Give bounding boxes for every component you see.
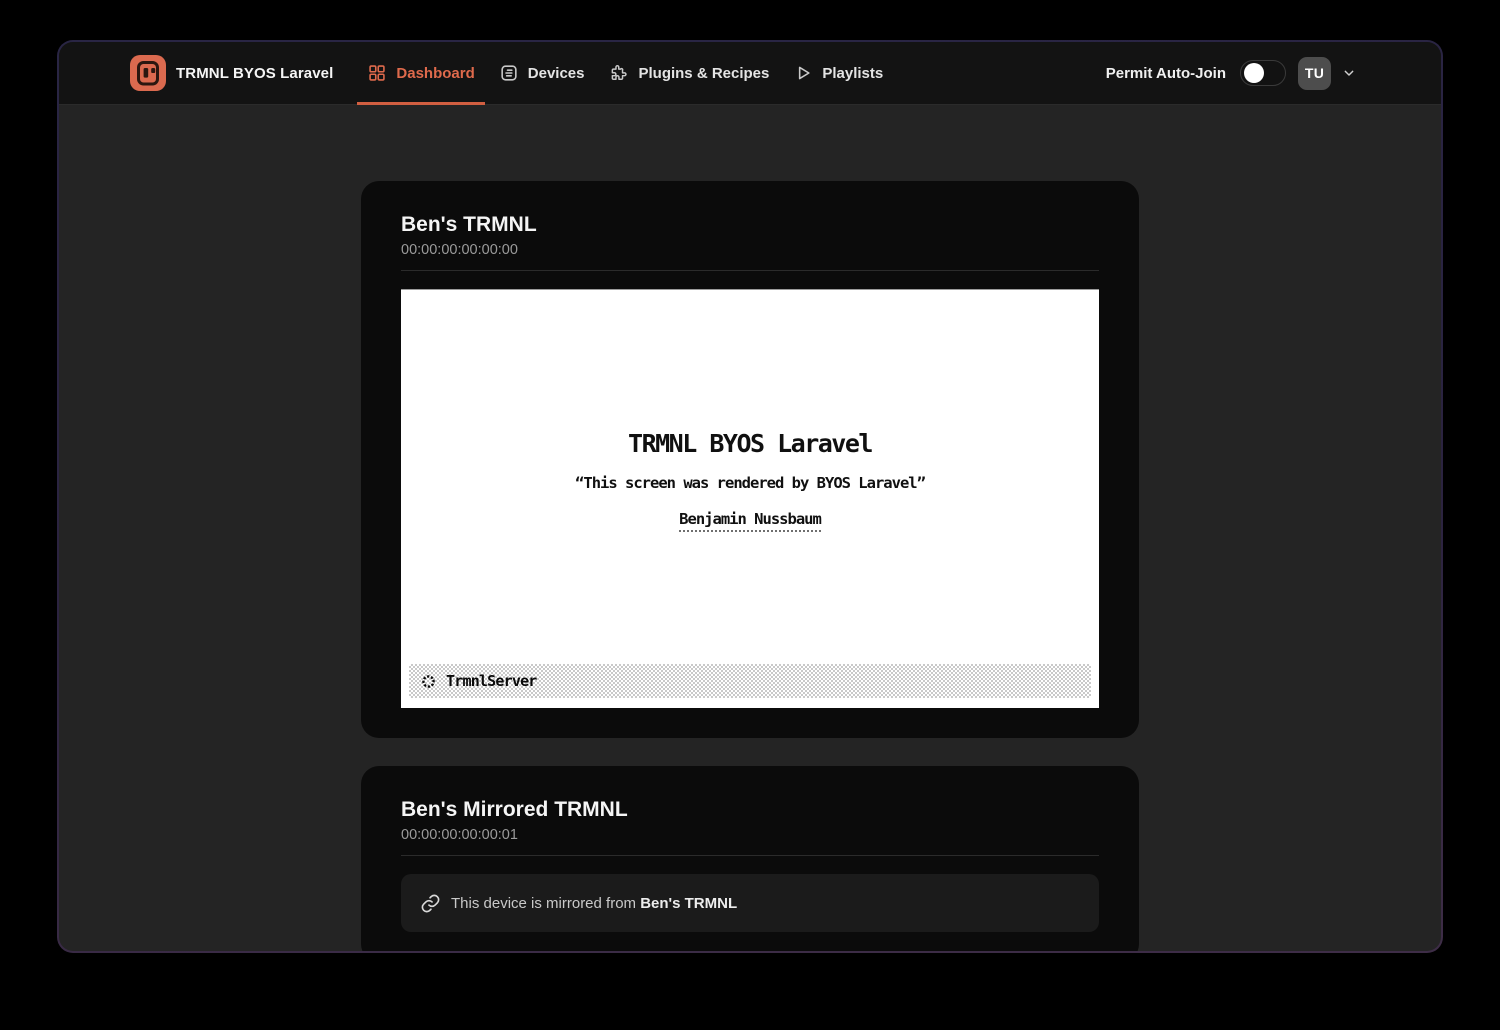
nav-label: Playlists <box>822 65 883 82</box>
toggle-knob <box>1244 63 1264 83</box>
user-avatar[interactable]: TU <box>1298 57 1331 90</box>
screen-author-link: Benjamin Nussbaum <box>679 509 821 532</box>
device-mac-address: 00:00:00:00:00:00 <box>401 240 1099 260</box>
dashboard-content: Ben's TRMNL 00:00:00:00:00:00 TRMNL BYOS… <box>59 105 1441 951</box>
brand-title: TRMNL BYOS Laravel <box>176 65 333 82</box>
play-icon <box>793 63 813 83</box>
screen-quote: “This screen was rendered by BYOS Larave… <box>401 473 1099 493</box>
device-card-bens-trmnl: Ben's TRMNL 00:00:00:00:00:00 TRMNL BYOS… <box>361 181 1139 738</box>
devices-list-icon <box>499 63 519 83</box>
app-window-frame: TRMNL BYOS Laravel Dashboard <box>57 40 1443 953</box>
app-window: TRMNL BYOS Laravel Dashboard <box>59 42 1441 951</box>
screen-status-bar: TrmnlServer <box>409 664 1091 698</box>
link-icon <box>420 893 441 914</box>
screen-status-label: TrmnlServer <box>446 672 537 690</box>
trmnl-logo <box>130 55 166 91</box>
device-name: Ben's Mirrored TRMNL <box>401 798 1099 822</box>
brand-link[interactable]: TRMNL BYOS Laravel <box>130 55 333 91</box>
mirror-notice: This device is mirrored from Ben's TRMNL <box>401 874 1099 932</box>
nav-item-playlists[interactable]: Playlists <box>783 42 893 104</box>
main-nav: Dashboard Devices <box>353 42 893 104</box>
device-screen-preview: TRMNL BYOS Laravel “This screen was rend… <box>401 289 1099 708</box>
top-navbar: TRMNL BYOS Laravel Dashboard <box>59 42 1441 105</box>
mirror-notice-prefix: This device is mirrored from <box>451 895 640 912</box>
nav-item-plugins-recipes[interactable]: Plugins & Recipes <box>598 42 779 104</box>
device-name: Ben's TRMNL <box>401 213 1099 237</box>
trmnl-device-icon <box>130 55 166 91</box>
device-mac-address: 00:00:00:00:00:01 <box>401 825 1099 845</box>
card-divider <box>401 270 1099 271</box>
mirror-notice-text: This device is mirrored from Ben's TRMNL <box>451 895 737 912</box>
nav-item-dashboard[interactable]: Dashboard <box>357 42 484 104</box>
permit-auto-join-toggle[interactable] <box>1240 60 1286 86</box>
permit-auto-join-label: Permit Auto-Join <box>1106 65 1226 82</box>
device-card-bens-mirrored-trmnl: Ben's Mirrored TRMNL 00:00:00:00:00:01 T… <box>361 766 1139 951</box>
spinner-icon <box>420 673 437 690</box>
card-divider <box>401 855 1099 856</box>
nav-label: Dashboard <box>396 65 474 82</box>
screen-title: TRMNL BYOS Laravel <box>401 429 1099 459</box>
mirror-source-device: Ben's TRMNL <box>640 895 737 912</box>
puzzle-piece-icon <box>608 63 629 84</box>
chevron-down-icon[interactable] <box>1341 65 1357 81</box>
nav-label: Devices <box>528 65 585 82</box>
nav-label: Plugins & Recipes <box>638 65 769 82</box>
nav-item-devices[interactable]: Devices <box>489 42 595 104</box>
dashboard-grid-icon <box>367 63 387 83</box>
